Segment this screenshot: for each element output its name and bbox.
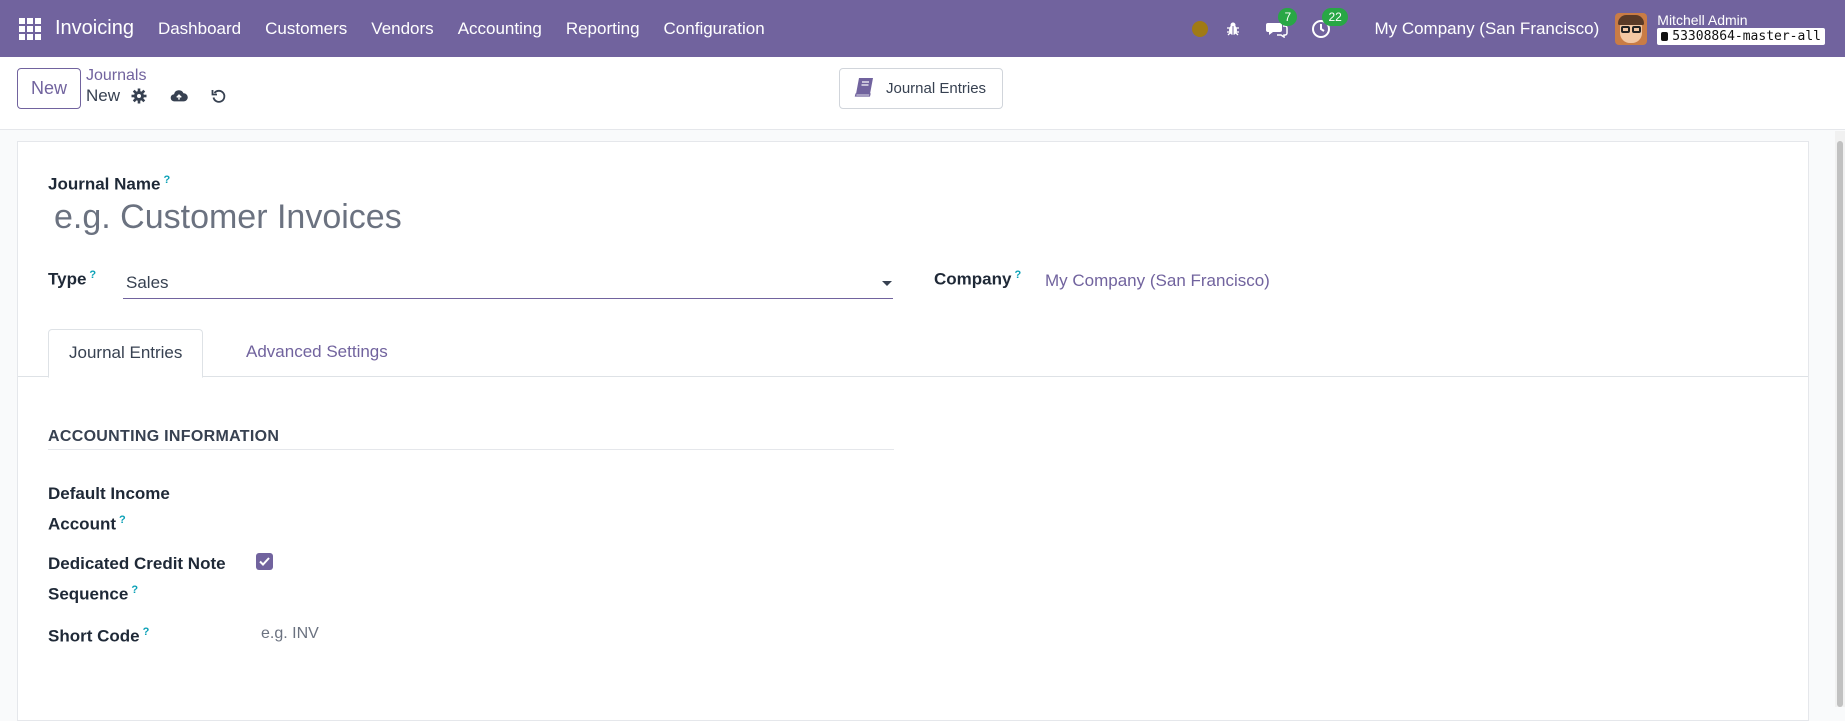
type-label: Type? [48,269,96,290]
form-sheet: Journal Name? e.g. Customer Invoices Typ… [17,141,1809,721]
company-label-text: Company [934,269,1012,289]
breadcrumb-journals-link[interactable]: Journals [86,67,250,85]
default-income-account-label: Default Income Account? [48,481,248,538]
breadcrumb-current: New [86,86,121,105]
company-switcher[interactable]: My Company (San Francisco) [1374,19,1599,39]
tab-advanced-settings[interactable]: Advanced Settings [226,329,408,377]
credit-note-sequence-help-tooltip[interactable]: ? [131,584,138,596]
short-code-input[interactable]: e.g. INV [261,625,319,643]
credit-note-sequence-label: Dedicated Credit Note Sequence? [48,551,238,608]
menu-customers[interactable]: Customers [253,0,359,57]
type-selected-value: Sales [126,273,169,292]
default-income-account-help-tooltip[interactable]: ? [119,514,126,526]
messages-icon[interactable]: 7 [1266,7,1298,40]
main-menu: Dashboard Customers Vendors Accounting R… [146,0,777,57]
database-tag: 53308864-master-all [1657,28,1825,45]
tab-journal-entries[interactable]: Journal Entries [48,329,204,378]
top-navbar: Invoicing Dashboard Customers Vendors Ac… [0,0,1845,57]
activities-count-badge: 22 [1322,7,1348,26]
database-icon [1661,32,1669,41]
breadcrumb: Journals New [86,67,250,106]
company-label: Company? [934,269,1021,290]
menu-configuration[interactable]: Configuration [652,0,777,57]
messages-count-badge: 7 [1278,7,1298,26]
journal-name-help-tooltip[interactable]: ? [163,174,170,186]
gear-icon[interactable] [130,87,148,105]
apps-grid-icon[interactable] [19,17,41,40]
journal-name-label: Journal Name? [48,174,170,195]
activities-clock-icon[interactable]: 22 [1310,7,1348,40]
menu-dashboard[interactable]: Dashboard [146,0,253,57]
discard-undo-icon[interactable] [210,87,228,105]
journal-name-label-text: Journal Name [48,174,161,194]
credit-note-sequence-label-text: Dedicated Credit Note Sequence [48,554,226,604]
type-select[interactable]: Sales [123,266,893,299]
type-label-text: Type [48,269,87,289]
checkmark-icon [259,557,270,566]
menu-vendors[interactable]: Vendors [359,0,445,57]
new-button[interactable]: New [17,68,81,109]
debug-bug-icon[interactable] [1222,18,1244,40]
journal-name-input[interactable]: e.g. Customer Invoices [54,198,402,237]
credit-note-sequence-checkbox[interactable] [256,553,273,570]
menu-reporting[interactable]: Reporting [554,0,652,57]
short-code-label-text: Short Code [48,626,140,646]
control-panel: New Journals New Journal Entries [0,57,1845,130]
journal-entries-smart-button[interactable]: Journal Entries [839,68,1003,109]
short-code-help-tooltip[interactable]: ? [143,626,150,638]
app-name[interactable]: Invoicing [55,17,134,40]
status-indicator[interactable] [1192,20,1209,37]
scrollbar-thumb[interactable] [1837,141,1843,707]
company-link[interactable]: My Company (San Francisco) [1045,271,1270,291]
type-help-tooltip[interactable]: ? [89,269,96,281]
user-avatar[interactable] [1615,12,1648,45]
short-code-label: Short Code? [48,619,248,650]
journal-entries-label: Journal Entries [886,80,987,97]
default-income-account-label-text: Default Income Account [48,484,170,534]
page-scrollbar[interactable] [1835,131,1845,707]
company-help-tooltip[interactable]: ? [1014,269,1021,281]
database-name: 53308864-master-all [1672,29,1821,44]
notebook-tabs: Journal Entries Advanced Settings [18,329,1808,378]
user-name: Mitchell Admin [1657,12,1748,28]
user-menu[interactable]: Mitchell Admin 53308864-master-all [1657,12,1825,45]
book-icon [854,77,876,101]
navbar-systray: 7 22 My Company (San Francisco) Mitchell… [1192,0,1825,57]
save-cloud-icon[interactable] [170,87,188,105]
accounting-information-header: ACCOUNTING INFORMATION [48,428,894,450]
menu-accounting[interactable]: Accounting [446,0,554,57]
caret-down-icon [882,281,892,286]
